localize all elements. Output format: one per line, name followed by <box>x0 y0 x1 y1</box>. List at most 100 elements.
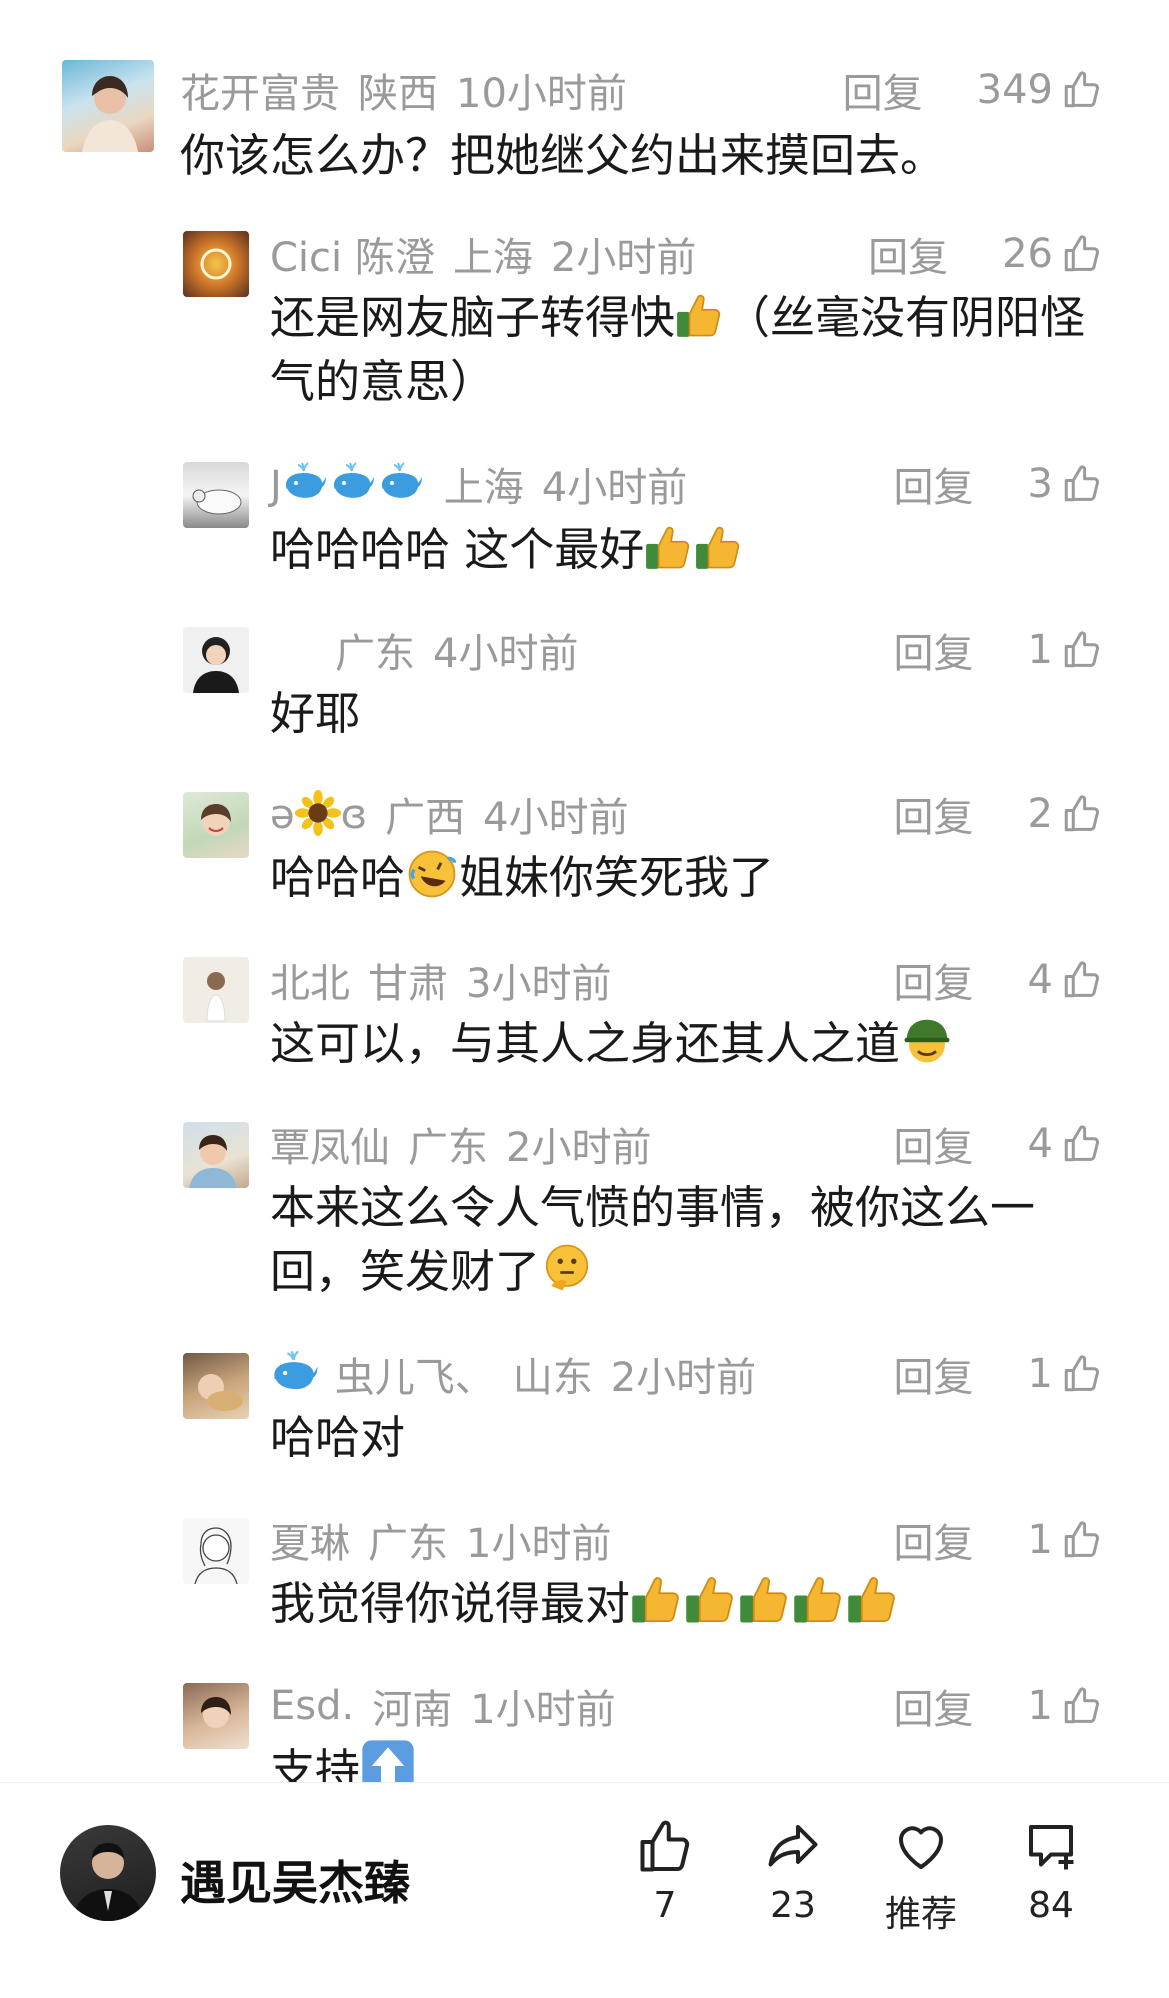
username[interactable]: Esd. <box>270 1683 354 1729</box>
thumbs-up-icon[interactable] <box>1061 69 1103 111</box>
avatar[interactable] <box>183 627 249 693</box>
share-count: 23 <box>770 1885 816 1926</box>
username[interactable]: 北北 <box>270 951 350 1009</box>
thumbs-up-icon[interactable] <box>1061 1519 1103 1561</box>
whale-emoji-icon <box>330 459 378 507</box>
comment-meta: 广东 4小时前 <box>335 622 578 678</box>
recommend-button[interactable]: 推荐 <box>861 1817 981 1937</box>
comment-content: 哈哈哈 姐妹你笑死我了 <box>270 846 774 910</box>
comment-meta: 虫儿飞、 山东 2小时前 <box>270 1346 756 1402</box>
comment-actions: 回复 349 <box>843 62 1103 118</box>
like-count: 349 <box>976 67 1053 113</box>
location: 广西 <box>385 795 466 841</box>
username[interactable]: 花开富贵 <box>180 61 340 119</box>
thumbs-up-emoji-icon <box>738 1573 792 1627</box>
thumbs-up-icon[interactable] <box>1061 1353 1103 1395</box>
comment-actions: 回复 1 <box>894 1512 1103 1568</box>
avatar[interactable] <box>183 1353 249 1419</box>
reply-button[interactable]: 回复 <box>894 1345 974 1403</box>
whale-emoji-icon <box>378 459 426 507</box>
reply-button[interactable]: 回复 <box>894 785 974 843</box>
thumbs-up-emoji-icon <box>684 1573 738 1627</box>
avatar[interactable] <box>183 1683 249 1749</box>
time: 3小时前 <box>466 961 612 1007</box>
like-count: 4 <box>1027 957 1053 1003</box>
whale-emoji-icon <box>270 1347 322 1399</box>
comment-meta: 夏琳 广东 1小时前 <box>270 1512 611 1568</box>
author-name[interactable]: 遇见吴杰臻 <box>180 1847 410 1913</box>
username[interactable]: 夏琳 <box>270 1511 350 1569</box>
thumbs-up-emoji-icon <box>694 523 744 573</box>
avatar[interactable] <box>183 231 249 297</box>
thumbs-up-icon[interactable] <box>1061 233 1103 275</box>
like-button[interactable]: 7 <box>605 1817 725 1926</box>
reply-button[interactable]: 回复 <box>894 1677 974 1735</box>
time: 1小时前 <box>466 1521 612 1567</box>
comment-content: 这可以，与其人之身还其人之道 <box>270 1012 954 1076</box>
heart-outline-icon <box>899 1826 943 1869</box>
reply-button[interactable]: 回复 <box>894 1115 974 1173</box>
avatar[interactable] <box>183 792 249 858</box>
comment-meta: Esd. 河南 1小时前 <box>270 1678 616 1734</box>
like-count: 1 <box>1027 1351 1053 1397</box>
avatar[interactable] <box>62 60 154 152</box>
thumbs-up-icon[interactable] <box>1061 629 1103 671</box>
avatar[interactable] <box>183 462 249 528</box>
comment-actions: 回复 1 <box>894 1678 1103 1734</box>
thumbs-up-icon[interactable] <box>1061 1685 1103 1727</box>
username[interactable]: J <box>270 459 426 509</box>
reply-button[interactable]: 回复 <box>894 621 974 679</box>
thumbs-up-icon <box>640 1820 690 1872</box>
thumbs-up-icon[interactable] <box>1061 1123 1103 1165</box>
avatar[interactable] <box>183 1122 249 1188</box>
thumbs-up-icon[interactable] <box>1061 959 1103 1001</box>
comment-meta: 北北 甘肃 3小时前 <box>270 952 611 1008</box>
comment-button[interactable]: 84 <box>991 1817 1111 1926</box>
location: 陕西 <box>358 71 438 117</box>
comment-content: 哈哈哈哈 这个最好 <box>270 518 744 582</box>
comment-actions: 回复 1 <box>894 622 1103 678</box>
reply-button[interactable]: 回复 <box>894 455 974 513</box>
reply-button[interactable]: 回复 <box>894 951 974 1009</box>
location: 甘肃 <box>368 961 448 1007</box>
share-button[interactable]: 23 <box>733 1817 853 1926</box>
helmet-face-emoji-icon <box>904 1019 950 1063</box>
comment-meta: 覃凤仙 广东 2小时前 <box>270 1116 651 1172</box>
username[interactable]: 覃凤仙 <box>270 1115 390 1173</box>
avatar[interactable] <box>183 957 249 1023</box>
time: 2小时前 <box>610 1355 757 1401</box>
comment-list: 花开富贵 陕西 10小时前 回复 349 你该怎么办？把她继父约出来摸回去。 C… <box>0 0 1169 1782</box>
comment-content: 好耶 <box>270 687 361 740</box>
time: 4小时前 <box>483 795 629 841</box>
location: 山东 <box>512 1355 593 1401</box>
sunflower-emoji-icon <box>294 790 341 836</box>
like-count: 7 <box>653 1885 677 1926</box>
comment-meta: əɞ 广西 4小时前 <box>270 786 629 842</box>
like-count: 4 <box>1027 1121 1053 1167</box>
username[interactable]: əɞ <box>270 790 367 838</box>
like-count: 2 <box>1027 791 1053 837</box>
rolling-laughing-emoji-icon <box>408 850 457 898</box>
thumbs-up-emoji-icon <box>675 291 725 341</box>
reply-button[interactable]: 回复 <box>843 61 923 119</box>
comment-content: 我觉得你说得最对 <box>270 1572 900 1636</box>
avatar[interactable] <box>183 1518 249 1584</box>
location: 广东 <box>408 1125 488 1171</box>
comment-actions: 回复 26 <box>868 226 1103 282</box>
reply-button[interactable]: 回复 <box>868 225 948 283</box>
like-count: 1 <box>1027 1683 1053 1729</box>
comment-actions: 回复 4 <box>894 1116 1103 1172</box>
reply-button[interactable]: 回复 <box>894 1511 974 1569</box>
username[interactable]: 虫儿飞、 <box>270 1345 495 1403</box>
author-avatar[interactable] <box>60 1825 156 1921</box>
thumbs-up-emoji-icon <box>630 1573 684 1627</box>
thumbs-up-icon[interactable] <box>1061 463 1103 505</box>
location: 河南 <box>372 1687 453 1733</box>
time: 1小时前 <box>470 1687 616 1733</box>
comment-actions: 回复 2 <box>894 786 1103 842</box>
thumbs-up-icon[interactable] <box>1061 793 1103 835</box>
time: 2小时前 <box>550 235 697 281</box>
thumbs-up-emoji-icon <box>846 1573 900 1627</box>
username[interactable]: Cici 陈澄 <box>270 225 435 283</box>
comment-actions: 回复 3 <box>894 456 1103 512</box>
